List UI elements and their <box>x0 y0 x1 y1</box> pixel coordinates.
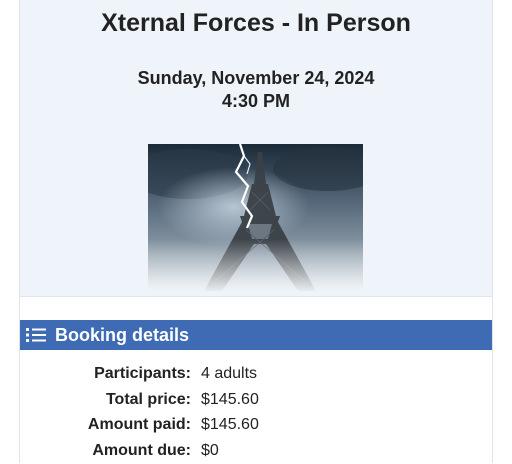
booking-details-header: Booking details <box>20 320 492 350</box>
booking-details-title: Booking details <box>55 325 189 345</box>
amount-paid-value: $145.60 <box>201 416 259 434</box>
amount-due-row: Amount due: $0 <box>20 439 492 464</box>
participants-value: 4 adults <box>201 365 257 383</box>
booking-page: Xternal Forces - In Person Sunday, Novem… <box>19 0 493 463</box>
booking-details-list: Participants: 4 adults Total price: $145… <box>20 362 492 464</box>
event-header: Xternal Forces - In Person Sunday, Novem… <box>20 0 492 297</box>
event-datetime: Sunday, November 24, 2024 4:30 PM <box>20 67 492 113</box>
event-title: Xternal Forces - In Person <box>20 9 492 38</box>
participants-label: Participants: <box>94 365 191 383</box>
amount-paid-row: Amount paid: $145.60 <box>20 413 492 439</box>
list-icon <box>25 326 47 344</box>
event-time: 4:30 PM <box>20 90 492 113</box>
total-price-row: Total price: $145.60 <box>20 388 492 414</box>
event-date: Sunday, November 24, 2024 <box>20 67 492 90</box>
amount-paid-label: Amount paid: <box>88 416 191 434</box>
amount-due-label: Amount due: <box>92 442 191 460</box>
total-price-value: $145.60 <box>201 391 259 409</box>
event-image <box>148 144 363 291</box>
total-price-label: Total price: <box>106 391 191 409</box>
amount-due-value: $0 <box>201 442 219 460</box>
participants-row: Participants: 4 adults <box>20 362 492 388</box>
